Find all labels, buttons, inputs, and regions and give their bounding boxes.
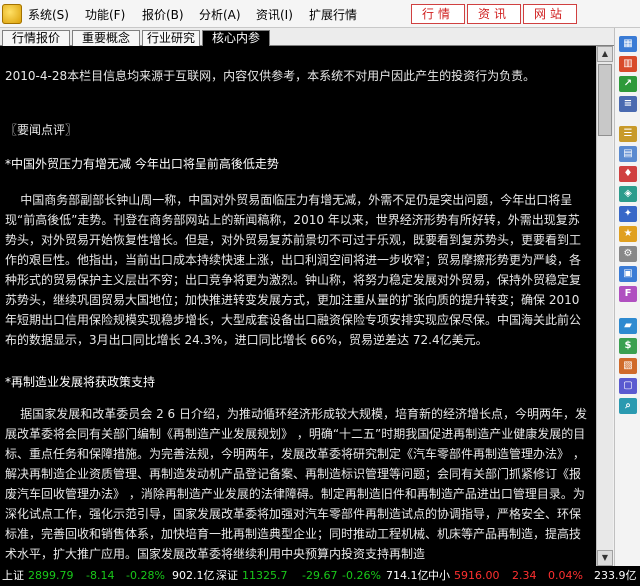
portfolio-icon[interactable]: ◈ (619, 186, 637, 202)
sz-index: 11325.7 (242, 569, 288, 582)
search-icon[interactable]: ⌕ (619, 398, 637, 414)
menu-quote[interactable]: 报价(B) (142, 6, 184, 23)
sh-label: 上证 (2, 569, 24, 582)
compass-icon[interactable]: ✦ (619, 206, 637, 222)
paragraph-remanufacturing: 据国家发展和改革委员会 2 6 日介绍，为推动循环经济形成较大规模，培育新的经济… (5, 407, 587, 561)
window-icon[interactable]: ▢ (619, 378, 637, 394)
sme-change: 2.34 (512, 569, 537, 582)
scroll-down-arrow-icon[interactable]: ▼ (597, 550, 613, 566)
menu-extended-quotes[interactable]: 扩展行情 (309, 6, 357, 23)
menu-system[interactable]: 系统(S) (28, 6, 69, 23)
menu-info[interactable]: 资讯(I) (256, 6, 293, 23)
sme-amount: 233.9亿 (594, 569, 637, 582)
scroll-thumb[interactable] (598, 64, 612, 136)
app-logo-icon[interactable] (2, 4, 22, 24)
article-view[interactable]: 2010-4-28本栏目信息均来源于互联网，内容仅供参考，本系统不对用户因此产生… (0, 46, 596, 566)
paragraph-trade: 中国商务部副部长钟山周一称，中国对外贸易面临压力有增无减，外需不足仍是突出问题，… (5, 193, 584, 347)
f10-info-icon[interactable]: F (619, 286, 637, 302)
menu-bar: 系统(S) 功能(F) 报价(B) 分析(A) 资讯(I) 扩展行情 行情 资讯… (0, 0, 640, 28)
tab-key-concepts[interactable]: 重要概念 (72, 30, 140, 46)
sh-change: -8.14 (86, 569, 115, 582)
website-button[interactable]: 网站 (523, 4, 577, 24)
candlestick-icon[interactable]: ▥ (619, 56, 637, 72)
quotes-button[interactable]: 行情 (411, 4, 465, 24)
ranking-icon[interactable]: ☰ (619, 126, 637, 142)
folder-icon[interactable]: ▰ (619, 318, 637, 334)
sh-index: 2899.79 (28, 569, 74, 582)
trade-icon[interactable]: $ (619, 338, 637, 354)
scroll-up-arrow-icon[interactable]: ▲ (597, 46, 613, 62)
sme-index: 5916.00 (454, 569, 500, 582)
line-chart-icon[interactable]: ↗ (619, 76, 637, 92)
tab-core-insider[interactable]: 核心内参 (202, 30, 270, 46)
tab-industry-research[interactable]: 行业研究 (142, 30, 200, 46)
report-icon[interactable]: ▧ (619, 358, 637, 374)
vertical-scrollbar[interactable]: ▲ ▼ (596, 46, 613, 566)
section-heading: 〖要闻点评〗 (5, 123, 78, 137)
sz-amount: 714.1亿 (386, 569, 429, 582)
news-icon[interactable]: ≡ (619, 96, 637, 112)
right-toolbar: ▦ ▥ ↗ ≡ ☰ ▤ ♦ ◈ ✦ ★ ⚙ ▣ F ▰ $ ▧ ▢ ⌕ (614, 28, 640, 566)
sme-label: 中小 (428, 569, 450, 582)
list-icon[interactable]: ▤ (619, 146, 637, 162)
minute-chart-icon[interactable]: ▦ (619, 36, 637, 52)
favorites-icon[interactable]: ♦ (619, 166, 637, 182)
market-status-bar: 上证 2899.79 -8.14 -0.28% 902.1亿 深证 11325.… (0, 566, 640, 586)
alert-icon[interactable]: ★ (619, 226, 637, 242)
tools-icon[interactable]: ⚙ (619, 246, 637, 262)
tab-bar: 行情报价 重要概念 行业研究 核心内参 (0, 28, 614, 46)
headline-remanufacturing: *再制造业发展将获政策支持 (5, 375, 156, 389)
menu-function[interactable]: 功能(F) (85, 6, 125, 23)
sz-label: 深证 (216, 569, 238, 582)
headline-trade: *中国外贸压力有增无减 今年出口将呈前高後低走势 (5, 157, 279, 171)
menu-analysis[interactable]: 分析(A) (199, 6, 241, 23)
calendar-icon[interactable]: ▣ (619, 266, 637, 282)
sz-change: -29.67 (302, 569, 338, 582)
sme-percent: 0.04% (548, 569, 583, 582)
news-button[interactable]: 资讯 (467, 4, 521, 24)
sz-percent: -0.26% (342, 569, 381, 582)
sh-amount: 902.1亿 (172, 569, 215, 582)
disclaimer-text: 2010-4-28本栏目信息均来源于互联网，内容仅供参考，本系统不对用户因此产生… (5, 69, 536, 83)
tab-quotes[interactable]: 行情报价 (2, 30, 70, 46)
sh-percent: -0.28% (126, 569, 165, 582)
